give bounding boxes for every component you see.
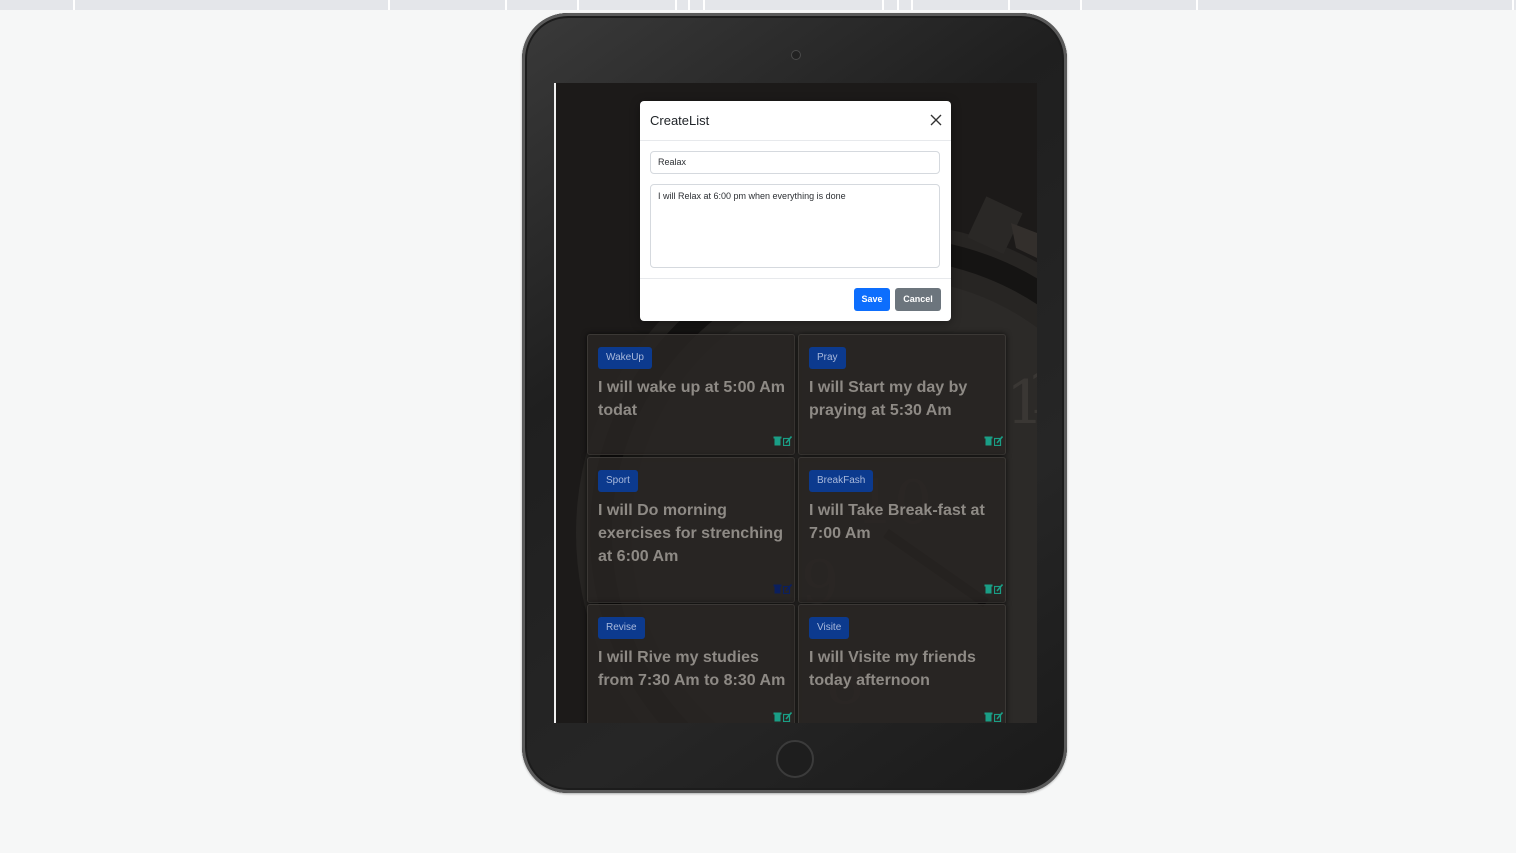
cancel-button[interactable]: Cancel <box>895 288 941 311</box>
edit-icon[interactable] <box>994 584 1003 594</box>
task-text: I will wake up at 5:00 Am todat <box>598 379 786 419</box>
task-badge: Revise <box>598 617 645 639</box>
task-text: I will Do morning exercises for strenchi… <box>598 502 783 565</box>
modal-footer-divider <box>640 278 951 279</box>
trash-icon[interactable] <box>773 712 782 722</box>
edit-icon[interactable] <box>783 436 792 446</box>
edit-icon[interactable] <box>994 436 1003 446</box>
task-badge: Pray <box>809 347 846 369</box>
task-card[interactable]: WakeUp I will wake up at 5:00 Am todat <box>587 334 795 455</box>
create-list-modal: CreateList Realax I will Relax at 6:00 p… <box>640 101 951 321</box>
edit-icon[interactable] <box>783 712 792 722</box>
task-text: I will Start my day by praying at 5:30 A… <box>809 379 968 419</box>
task-badge: Sport <box>598 470 638 492</box>
trash-icon[interactable] <box>773 584 782 594</box>
task-card[interactable]: Visite I will Visite my friends today af… <box>798 604 1006 723</box>
top-strip <box>0 0 1516 10</box>
camera-icon <box>791 50 801 60</box>
close-icon[interactable] <box>929 113 943 127</box>
trash-icon[interactable] <box>984 436 993 446</box>
save-button[interactable]: Save <box>854 288 890 311</box>
modal-header-divider <box>640 140 951 141</box>
trash-icon[interactable] <box>984 712 993 722</box>
trash-icon[interactable] <box>984 584 993 594</box>
modal-title: CreateList <box>650 113 710 128</box>
task-badge: WakeUp <box>598 347 652 369</box>
task-text: I will Visite my friends today afternoon <box>809 649 976 689</box>
list-description-textarea[interactable]: I will Relax at 6:00 pm when everything … <box>650 184 940 268</box>
edit-icon[interactable] <box>994 712 1003 722</box>
task-card[interactable]: Sport I will Do morning exercises for st… <box>587 457 795 603</box>
task-badge: Visite <box>809 617 850 639</box>
svg-text:1: 1 <box>1026 358 1037 428</box>
task-text: I will Take Break-fast at 7:00 Am <box>809 502 985 542</box>
edit-icon[interactable] <box>783 584 792 594</box>
task-card[interactable]: Revise I will Rive my studies from 7:30 … <box>587 604 795 723</box>
task-card[interactable]: BreakFash I will Take Break-fast at 7:00… <box>798 457 1006 603</box>
task-badge: BreakFash <box>809 470 874 492</box>
list-title-input[interactable]: Realax <box>650 151 940 174</box>
task-card[interactable]: Pray I will Start my day by praying at 5… <box>798 334 1006 455</box>
trash-icon[interactable] <box>773 436 782 446</box>
home-button[interactable] <box>776 740 814 778</box>
task-text: I will Rive my studies from 7:30 Am to 8… <box>598 649 786 689</box>
